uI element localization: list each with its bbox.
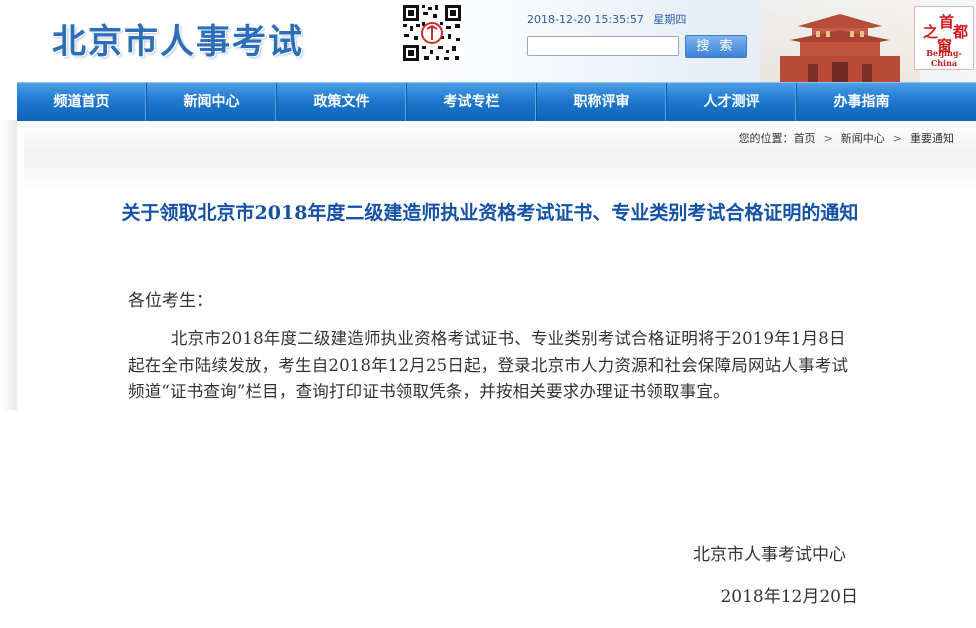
logo-char-1: 首 bbox=[939, 13, 955, 31]
article-greeting: 各位考生： bbox=[128, 291, 213, 311]
main-nav: 频道首页 新闻中心 政策文件 考试专栏 职称评审 人才测评 办事指南 bbox=[17, 82, 976, 121]
article-body: 北京市2018年度二级建造师执业资格考试证书、专业类别考试合格证明将于2019年… bbox=[128, 329, 849, 401]
breadcrumb: 您的位置：首页 > 新闻中心 > 重要通知 bbox=[739, 130, 954, 146]
page-shadow bbox=[0, 120, 17, 410]
breadcrumb-home[interactable]: 首页 bbox=[794, 132, 816, 145]
nav-item-policy[interactable]: 政策文件 bbox=[277, 83, 407, 121]
logo-char-2: 都 bbox=[953, 23, 969, 41]
beijing-china-logo[interactable]: 首 都 之 窗 Beijing-China bbox=[914, 6, 974, 70]
breadcrumb-separator: > bbox=[892, 132, 902, 145]
nav-item-exams[interactable]: 考试专栏 bbox=[407, 83, 537, 121]
breadcrumb-separator: > bbox=[823, 132, 833, 145]
weekday-text: 星期四 bbox=[653, 13, 687, 26]
search-button[interactable]: 搜 索 bbox=[685, 35, 747, 58]
nav-item-home[interactable]: 频道首页 bbox=[17, 83, 147, 121]
nav-item-guide[interactable]: 办事指南 bbox=[797, 83, 926, 121]
tiananmen-illustration bbox=[760, 0, 920, 82]
logo-caption: Beijing-China bbox=[926, 48, 962, 68]
site-title[interactable]: 北京市人事考试 bbox=[52, 14, 304, 63]
article-signature: 北京市人事考试中心 bbox=[693, 545, 846, 565]
site-header: 北京市人事考试 2018-12-20 15:35:57 星期四 搜 索 首 都 … bbox=[0, 0, 976, 82]
breadcrumb-notices[interactable]: 重要通知 bbox=[910, 132, 954, 145]
breadcrumb-band bbox=[24, 150, 976, 192]
search-input[interactable] bbox=[527, 36, 679, 56]
nav-item-news[interactable]: 新闻中心 bbox=[147, 83, 277, 121]
qr-code-icon bbox=[400, 2, 464, 64]
nav-item-titles[interactable]: 职称评审 bbox=[537, 83, 667, 121]
logo-char-3: 之 bbox=[923, 23, 939, 41]
breadcrumb-news[interactable]: 新闻中心 bbox=[841, 132, 885, 145]
article-title: 关于领取北京市2018年度二级建造师执业资格考试证书、专业类别考试合格证明的通知 bbox=[121, 202, 859, 224]
article-date: 2018年12月20日 bbox=[720, 587, 858, 607]
datetime-display: 2018-12-20 15:35:57 星期四 bbox=[527, 11, 692, 27]
breadcrumb-prefix: 您的位置： bbox=[738, 132, 794, 145]
nav-item-assessment[interactable]: 人才测评 bbox=[667, 83, 797, 121]
datetime-text: 2018-12-20 15:35:57 bbox=[527, 13, 644, 26]
